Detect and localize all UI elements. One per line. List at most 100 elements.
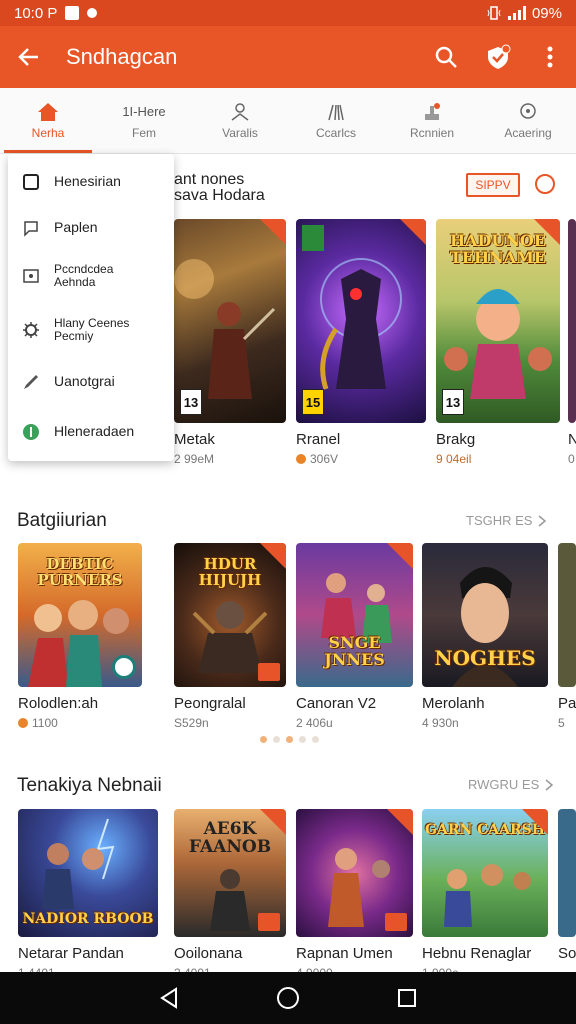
pager-dot xyxy=(312,736,319,743)
tab-books[interactable]: Ccarlcs xyxy=(288,88,384,153)
menu-item[interactable]: Hleneradaen xyxy=(8,418,174,446)
tab-reading[interactable]: Varalis xyxy=(192,88,288,153)
triangle-back-icon xyxy=(160,987,178,1009)
filter-chip[interactable]: SIPPV xyxy=(466,173,520,197)
game-meta: 5 xyxy=(558,716,576,730)
menu-item-label: Paplen xyxy=(54,219,98,236)
reading-icon xyxy=(229,102,251,122)
game-card[interactable]: DEBTIC PURNERS Rolodlen:ah 1100 xyxy=(18,543,142,730)
game-logo-text: DEBTIC PURNERS xyxy=(37,555,123,589)
game-meta: 9 04eil xyxy=(436,452,560,466)
game-title: Rapnan Umen xyxy=(296,945,393,962)
checkbox-icon xyxy=(22,173,40,191)
game-meta: 2 406u xyxy=(296,716,413,730)
more-options-button[interactable] xyxy=(524,26,576,88)
chat-icon xyxy=(517,102,539,122)
game-cover: AE6K FAANOB xyxy=(174,809,286,937)
menu-item[interactable]: Paplen xyxy=(8,214,174,242)
game-card[interactable]: AE6K FAANOB Ooilonana 2 4091 xyxy=(174,809,286,980)
nav-home-button[interactable] xyxy=(268,978,308,1018)
nav-back-button[interactable] xyxy=(149,978,189,1018)
game-meta: 306V xyxy=(296,452,426,466)
game-meta-text: 0 xyxy=(568,452,575,466)
section3-see-all[interactable]: RWGRU ES xyxy=(468,777,554,792)
chat-bubble-icon xyxy=(22,219,40,237)
picture-icon xyxy=(22,267,40,285)
nav-recents-button[interactable] xyxy=(387,978,427,1018)
tab-label: Ccarlcs xyxy=(315,125,356,140)
badge-button[interactable] xyxy=(472,26,524,88)
tab-top-label: 1I-Here xyxy=(122,104,166,119)
corner-badge xyxy=(260,219,286,245)
game-card[interactable]: NADIOR RBOOB Netarar Pandan 1 4401 xyxy=(18,809,158,980)
game-cover xyxy=(558,809,576,937)
gear-icon xyxy=(22,321,40,339)
game-meta-text: 9 04eil xyxy=(436,452,472,466)
game-title: Peongralal xyxy=(174,695,246,712)
game-card[interactable]: GARN CAARSH Hebnu Renaglar 1 900e xyxy=(422,809,548,980)
menu-item[interactable]: Uanotgrai xyxy=(8,368,174,396)
circle-home-icon xyxy=(276,987,299,1009)
tab-hero[interactable]: 1I-Here Fem xyxy=(96,88,192,153)
corner-badge xyxy=(534,219,560,245)
books-icon xyxy=(325,102,347,122)
game-cover: GARN CAARSH xyxy=(422,809,548,937)
tab-label: Rcnnien xyxy=(409,125,455,140)
back-button[interactable] xyxy=(0,26,58,88)
shield-check-icon xyxy=(488,44,511,69)
award-icon xyxy=(421,102,443,122)
game-card[interactable]: 15 Rranel 306V xyxy=(296,219,426,466)
section2-title: Batgiiurian xyxy=(17,510,107,531)
game-title: Pa xyxy=(558,695,576,712)
game-title: Rranel xyxy=(296,431,341,448)
game-card[interactable]: NOGHES Merolanh 4 930n xyxy=(422,543,548,730)
game-meta: 0 xyxy=(568,452,576,466)
tab-award[interactable]: Rcnnien xyxy=(384,88,480,153)
app-bar: Sndhagcan xyxy=(0,26,576,88)
search-button[interactable] xyxy=(420,26,472,88)
game-card[interactable]: 13 Metak 2 99eM xyxy=(174,219,286,466)
arrow-left-icon xyxy=(18,48,38,66)
age-rating: 15 xyxy=(302,389,324,415)
game-logo-text: NOGHES xyxy=(434,646,536,670)
menu-item[interactable]: Henesirian xyxy=(8,168,174,196)
game-card[interactable]: Rapnan Umen 4 9000 xyxy=(296,809,413,980)
game-cover xyxy=(558,543,576,687)
game-cover: NADIOR RBOOB xyxy=(18,809,158,937)
game-meta-text: 5 xyxy=(558,716,565,730)
tab-chat[interactable]: Acaering xyxy=(480,88,576,153)
chevron-right-icon xyxy=(538,514,547,527)
carousel-pager xyxy=(260,736,319,743)
dropdown-menu: Henesirian Paplen Pccndcdea Aehnda Hlany… xyxy=(8,154,174,461)
game-meta-text: 4 930n xyxy=(422,716,459,730)
corner-badge xyxy=(260,543,286,569)
corner-badge xyxy=(387,809,413,835)
game-logo-text: NADIOR RBOOB xyxy=(22,911,154,928)
dot-icon xyxy=(87,8,98,18)
section2-see-all[interactable]: TSGHR ES xyxy=(466,513,547,528)
age-rating: 13 xyxy=(442,389,464,415)
menu-item-label: Hleneradaen xyxy=(54,423,135,440)
game-title: Hebnu Renaglar xyxy=(422,945,532,962)
game-title: Rolodlen:ah xyxy=(18,695,99,712)
game-meta: S529n xyxy=(174,716,286,730)
tab-home[interactable]: Nerha xyxy=(0,88,96,153)
menu-item[interactable]: Hlany Ceenes Pecmiy xyxy=(8,312,174,348)
menu-item-label: Uanotgrai xyxy=(54,373,115,390)
coin-icon xyxy=(296,454,306,464)
game-card[interactable]: SNGE JNNES Canoran V2 2 406u xyxy=(296,543,413,730)
game-card[interactable]: Pa 5 xyxy=(558,543,576,730)
game-card[interactable]: N 0 xyxy=(568,219,576,466)
game-title: Netarar Pandan xyxy=(18,945,124,962)
circle-toggle[interactable] xyxy=(535,174,555,194)
game-cover: 15 xyxy=(296,219,426,423)
menu-item[interactable]: Pccndcdea Aehnda xyxy=(8,258,174,294)
game-cover xyxy=(296,809,413,937)
game-card[interactable]: So xyxy=(558,809,576,962)
notification-icon xyxy=(65,6,80,20)
game-card[interactable]: HADUNOE TEHNAME 13 Brakg 9 04eil xyxy=(436,219,560,466)
game-title: Metak xyxy=(174,431,215,448)
game-card[interactable]: HDUR HIJUJH Peongralal S529n xyxy=(174,543,286,730)
game-title: Canoran V2 xyxy=(296,695,377,712)
chevron-right-icon xyxy=(545,778,554,791)
